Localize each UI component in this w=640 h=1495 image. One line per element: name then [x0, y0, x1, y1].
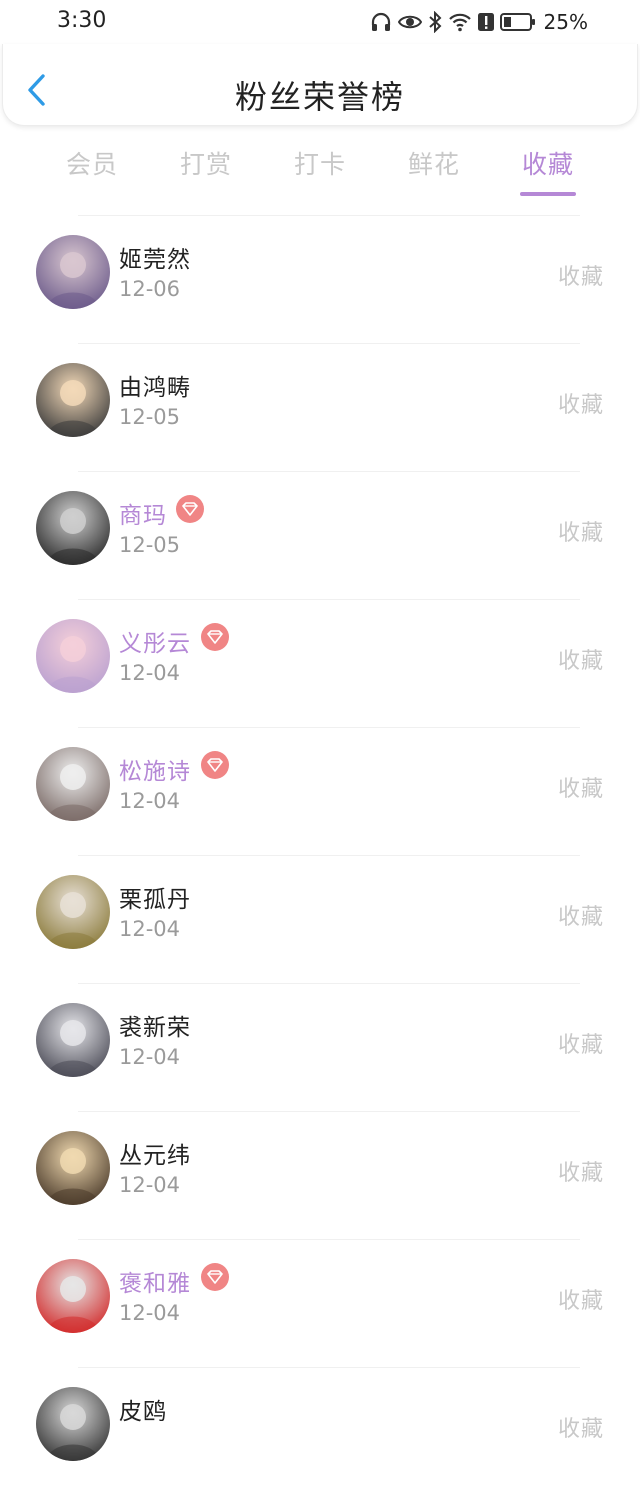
vip-diamond-icon — [200, 623, 229, 651]
fan-name[interactable]: 义彤云 — [119, 624, 191, 658]
row-divider — [78, 215, 580, 216]
avatar[interactable] — [36, 875, 110, 949]
vip-diamond-icon — [200, 1263, 229, 1291]
fan-name[interactable]: 由鸿畴 — [119, 368, 191, 402]
fan-date: 12-04 — [119, 1173, 181, 1197]
row-divider — [78, 471, 580, 472]
row-divider — [78, 1367, 580, 1368]
battery-icon — [499, 12, 536, 32]
fan-name[interactable]: 裘新荣 — [119, 1008, 191, 1042]
avatar[interactable] — [36, 619, 110, 693]
row-divider — [78, 599, 580, 600]
fan-row[interactable]: 由鸿畴 12-05 收藏 — [0, 343, 640, 471]
favorite-label: 收藏 — [557, 1289, 604, 1314]
fan-name[interactable]: 皮鸥 — [119, 1392, 167, 1426]
fan-name[interactable]: 褒和雅 — [119, 1264, 191, 1298]
fan-row[interactable]: 松施诗 12-04 收藏 — [0, 727, 640, 855]
wifi-icon — [448, 12, 472, 32]
page-title: 粉丝荣誉榜 — [234, 78, 405, 116]
fan-row[interactable]: 商玛 12-05 收藏 — [0, 471, 640, 599]
avatar[interactable] — [36, 1259, 110, 1333]
status-icons: 25% — [370, 9, 588, 35]
favorite-label: 收藏 — [557, 265, 604, 290]
avatar[interactable] — [36, 747, 110, 821]
fan-row[interactable]: 丛元纬 12-04 收藏 — [0, 1111, 640, 1239]
tab-member[interactable]: 会员 — [42, 145, 142, 181]
fan-list: 姬莞然 12-06 收藏 由鸿畴 12-05 收藏 商玛 12-05 收藏 义彤云 12-04 收藏松… — [0, 215, 640, 1495]
tab-checkin[interactable]: 打卡 — [270, 145, 370, 181]
avatar[interactable] — [36, 1003, 110, 1077]
avatar[interactable] — [36, 363, 110, 437]
fan-date: 12-04 — [119, 789, 181, 813]
alert-icon — [477, 12, 494, 32]
battery-percent: 25% — [543, 10, 588, 34]
favorite-label: 收藏 — [557, 1033, 604, 1058]
fan-row[interactable]: 皮鸥收藏 — [0, 1367, 640, 1495]
avatar[interactable] — [36, 235, 110, 309]
row-divider — [78, 727, 580, 728]
vip-diamond-icon — [200, 751, 229, 779]
fan-name[interactable]: 商玛 — [119, 496, 167, 530]
headphones-icon — [370, 11, 392, 33]
tab-favorites[interactable]: 收藏 — [498, 145, 598, 181]
row-divider — [78, 1239, 580, 1240]
favorite-label: 收藏 — [557, 1417, 604, 1442]
fan-date: 12-04 — [119, 1301, 181, 1325]
fan-row[interactable]: 栗孤丹 12-04 收藏 — [0, 855, 640, 983]
row-divider — [78, 1111, 580, 1112]
fan-name[interactable]: 松施诗 — [119, 752, 191, 786]
favorite-label: 收藏 — [557, 521, 604, 546]
fan-row[interactable]: 义彤云 12-04 收藏 — [0, 599, 640, 727]
fan-name[interactable]: 姬莞然 — [119, 240, 191, 274]
fan-date: 12-04 — [119, 917, 181, 941]
fan-name[interactable]: 栗孤丹 — [119, 880, 191, 914]
fan-row[interactable]: 裘新荣 12-04 收藏 — [0, 983, 640, 1111]
avatar[interactable] — [36, 491, 110, 565]
fan-date: 12-05 — [119, 405, 181, 429]
favorite-label: 收藏 — [557, 1161, 604, 1186]
row-divider — [78, 983, 580, 984]
row-divider — [78, 343, 580, 344]
favorite-label: 收藏 — [557, 393, 604, 418]
vip-diamond-icon — [176, 495, 204, 523]
status-bar: 3:30 25% — [0, 0, 640, 44]
status-time: 3:30 — [57, 8, 107, 33]
fan-date: 12-04 — [119, 1045, 181, 1069]
fan-row[interactable]: 姬莞然 12-06 收藏 — [0, 215, 640, 343]
row-divider — [78, 855, 580, 856]
favorite-label: 收藏 — [557, 649, 604, 674]
favorite-label: 收藏 — [557, 905, 604, 930]
header-bar: 粉丝荣誉榜 — [2, 44, 638, 126]
fan-date: 12-06 — [119, 277, 181, 301]
eye-icon — [397, 12, 422, 32]
favorite-label: 收藏 — [557, 777, 604, 802]
active-tab-indicator — [520, 192, 576, 196]
avatar[interactable] — [36, 1131, 110, 1205]
fan-date: 12-05 — [119, 533, 181, 557]
fan-row[interactable]: 褒和雅 12-04 收藏 — [0, 1239, 640, 1367]
tab-bar: 会员 打赏 打卡 鲜花 收藏 — [0, 140, 640, 200]
avatar[interactable] — [36, 1387, 110, 1461]
fan-date: 12-04 — [119, 661, 181, 685]
bluetooth-icon — [428, 11, 442, 33]
tab-tip[interactable]: 打赏 — [156, 145, 256, 181]
fan-name[interactable]: 丛元纬 — [119, 1136, 191, 1170]
tab-flowers[interactable]: 鲜花 — [384, 145, 484, 181]
